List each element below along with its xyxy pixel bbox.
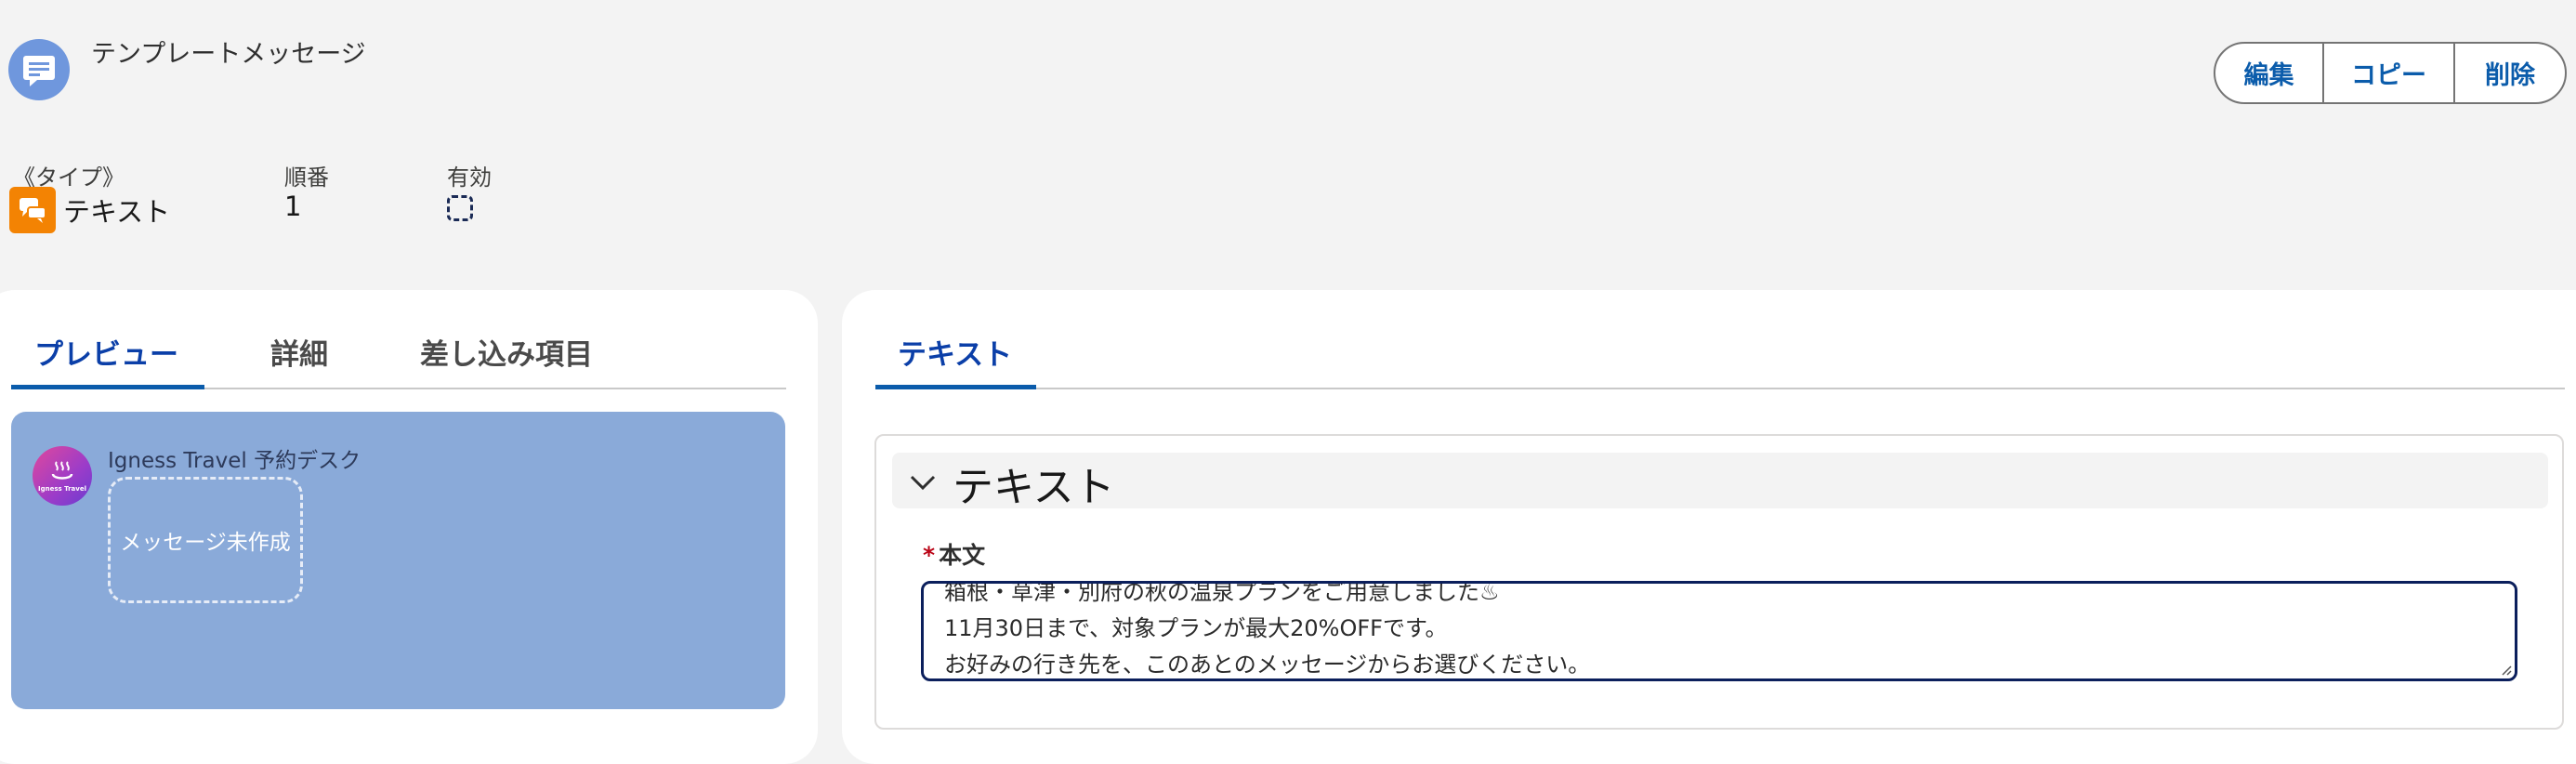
avatar: Igness Travel <box>33 446 92 506</box>
order-label: 順番 <box>284 165 329 191</box>
message-bubble-placeholder: メッセージ未作成 <box>108 477 303 603</box>
order-value: 1 <box>284 191 302 222</box>
copy-button[interactable]: コピー <box>2324 44 2455 102</box>
page-title: テンプレートメッセージ <box>91 40 366 69</box>
active-tab-indicator <box>875 385 1036 389</box>
active-tab-indicator <box>11 385 204 389</box>
section-header[interactable] <box>892 453 2548 508</box>
body-textarea[interactable]: 箱根・草津・別府の秋の温泉プランをご用意しました♨ 11月30日まで、対象プラン… <box>921 581 2517 681</box>
section-title: テキスト <box>953 464 1115 511</box>
chevron-down-icon[interactable] <box>909 472 937 493</box>
tab-merge-fields[interactable]: 差し込み項目 <box>420 331 593 373</box>
active-label: 有効 <box>447 165 492 191</box>
resize-handle-icon[interactable] <box>2499 663 2512 676</box>
required-mark: * <box>923 542 936 569</box>
tab-details[interactable]: 詳細 <box>270 331 328 373</box>
body-label-text: 本文 <box>939 542 986 569</box>
sender-name: Igness Travel 予約デスク <box>108 449 361 473</box>
delete-button[interactable]: 削除 <box>2455 44 2565 102</box>
body-line: お好みの行き先を、このあとのメッセージからお選びください。 <box>944 652 1591 678</box>
active-checkbox <box>447 195 473 221</box>
chat-bubbles-icon <box>9 187 56 233</box>
tab-preview[interactable]: プレビュー <box>34 331 178 373</box>
avatar-text: Igness Travel <box>37 485 86 493</box>
body-line: 箱根・草津・別府の秋の温泉プランをご用意しました♨ <box>944 581 1500 605</box>
hot-spring-icon <box>51 461 73 480</box>
action-button-group: 編集 コピー 削除 <box>2214 42 2567 104</box>
bubble-text: メッセージ未作成 <box>120 531 291 555</box>
body-line: 11月30日まで、対象プランが最大20%OFFです。 <box>944 615 1448 641</box>
edit-button[interactable]: 編集 <box>2215 44 2324 102</box>
type-value: テキスト <box>63 196 171 228</box>
tab-divider <box>875 388 2565 389</box>
body-field-label: * 本文 <box>923 537 985 571</box>
template-message-icon <box>8 39 70 100</box>
tab-text[interactable]: テキスト <box>898 331 1012 373</box>
body-text: 箱根・草津・別府の秋の温泉プランをご用意しました♨ 11月30日まで、対象プラン… <box>944 581 1591 678</box>
